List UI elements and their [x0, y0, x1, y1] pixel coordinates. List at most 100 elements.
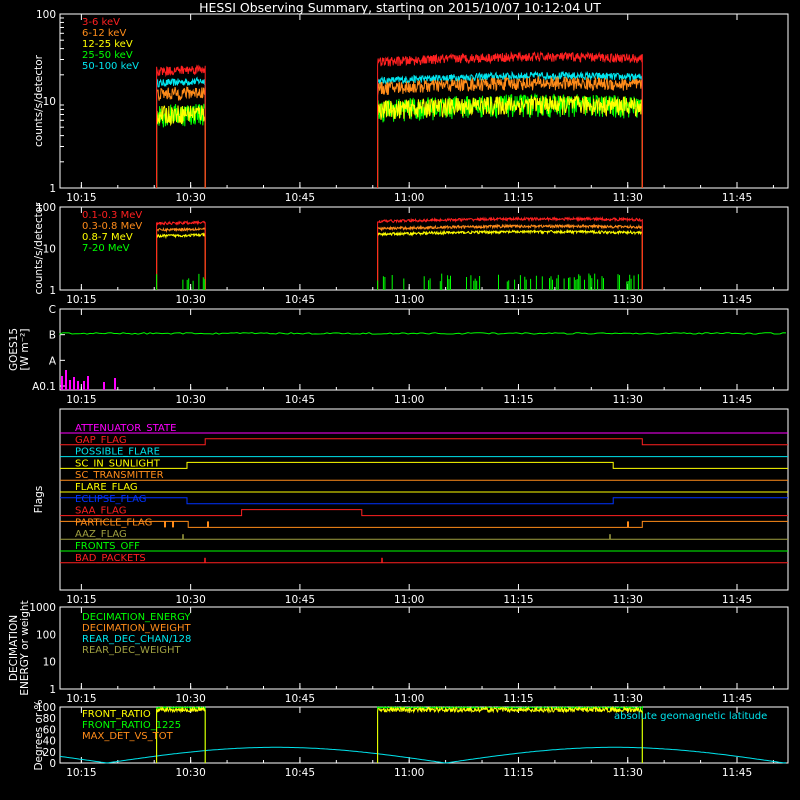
flag-label-8: PARTICLE_FLAG — [75, 517, 152, 528]
decim-legend-3: REAR_DEC_WEIGHT — [82, 645, 181, 656]
flag-label-2: POSSIBLE_FLARE — [75, 447, 160, 458]
flag-label-7: SAA_FLAG — [75, 506, 126, 517]
ratio-ylabel: Degrees or % — [33, 699, 45, 770]
flag-trace-7 — [60, 509, 788, 517]
lowE-xtick-label: 10:15 — [66, 192, 96, 204]
goes-frame — [59, 308, 789, 391]
lowE-legend-1: 6-12 keV — [82, 28, 126, 39]
flags-xtick-label: 11:45 — [722, 594, 752, 606]
goes-ytick-label: A — [49, 355, 57, 367]
flag-label-1: GAP_FLAG — [75, 435, 127, 446]
decim-xtick-label: 11:15 — [503, 693, 533, 705]
lowE-series-1 — [156, 75, 643, 188]
decim-ytick-label: 100 — [36, 629, 56, 641]
flag-label-5: FLARE_FLAG — [75, 482, 138, 493]
ratio-series-0 — [156, 705, 643, 763]
lowE-xtick-label: 10:30 — [176, 192, 206, 204]
flags-xtick-label: 10:15 — [66, 594, 96, 606]
flag-label-3: SC_IN_SUNLIGHT — [75, 458, 161, 469]
decim-xtick-label: 11:45 — [722, 693, 752, 705]
lowE-xtick-label: 11:30 — [613, 192, 643, 204]
flag-label-10: FRONTS_OFF — [75, 541, 140, 552]
lowE-legend-3: 25-50 keV — [82, 50, 133, 61]
ratio-xtick-label: 11:30 — [613, 767, 643, 779]
decim-xtick-label: 10:30 — [176, 693, 206, 705]
highE-legend-2: 0.8-7 MeV — [82, 232, 133, 243]
ratio-xtick-label: 11:45 — [722, 767, 752, 779]
decim-ytick-label: 1000 — [29, 602, 56, 614]
chart-title: HESSI Observing Summary, starting on 201… — [199, 0, 601, 15]
decim-xtick-label: 10:15 — [66, 693, 96, 705]
decim-xtick-label: 10:45 — [285, 693, 315, 705]
lowE-ytick-label: 1 — [49, 183, 56, 195]
ratio-legend-2: MAX_DET_VS_TOT — [82, 731, 174, 742]
highE-ylabel: counts/s/detector — [33, 202, 45, 295]
lowE-legend-4: 50-100 keV — [82, 61, 139, 72]
highE-xtick-label: 11:45 — [722, 294, 752, 306]
flags-ylabel: Flags — [33, 486, 45, 514]
flags-xtick-label: 11:00 — [394, 594, 424, 606]
flag-label-9: AAZ_FLAG — [75, 529, 127, 540]
flag-label-0: ATTENUATOR_STATE — [75, 423, 176, 434]
goes-xtick-label: 11:45 — [722, 394, 752, 406]
highE-series-3 — [156, 273, 639, 290]
highE-xtick-label: 10:15 — [66, 294, 96, 306]
decim-xtick-label: 11:30 — [613, 693, 643, 705]
flags-xtick-label: 11:15 — [503, 594, 533, 606]
highE-legend-1: 0.3-0.8 MeV — [82, 221, 142, 232]
lowE-xtick-label: 11:00 — [394, 192, 424, 204]
ratio-xtick-label: 10:30 — [176, 767, 206, 779]
highE-xtick-label: 11:30 — [613, 294, 643, 306]
ratio-ytick-label: 0 — [49, 758, 56, 770]
goes-ytick-label: C — [49, 304, 56, 316]
goes-xtick-label: 11:30 — [613, 394, 643, 406]
ratio-xtick-label: 11:15 — [503, 767, 533, 779]
highE-legend-0: 0.1-0.3 MeV — [82, 210, 142, 221]
ratio-xtick-label: 10:45 — [285, 767, 315, 779]
highE-xtick-label: 10:30 — [176, 294, 206, 306]
flags-xtick-label: 10:45 — [285, 594, 315, 606]
goes-ylabel2: [W m⁻²] — [19, 329, 31, 371]
goes-flux-line — [59, 332, 787, 335]
decim-legend-0: DECIMATION_ENERGY — [82, 612, 191, 623]
goes-xtick-label: 10:45 — [285, 394, 315, 406]
ratio-annotation: absolute geomagnetic latitude — [614, 711, 767, 722]
highE-ytick-label: 1 — [49, 285, 56, 297]
lowE-ylabel: counts/s/detector — [33, 54, 45, 147]
flag-trace-1 — [60, 438, 788, 446]
goes-xtick-label: 11:00 — [394, 394, 424, 406]
highE-legend-3: 7-20 MeV — [82, 243, 130, 254]
flags-xtick-label: 11:30 — [613, 594, 643, 606]
decim-ytick-label: 1 — [49, 684, 56, 696]
flags-xtick-label: 10:30 — [176, 594, 206, 606]
flag-trace-6 — [60, 497, 788, 505]
decim-legend-2: REAR_DEC_CHAN/128 — [82, 634, 191, 645]
goes-xtick-label: 10:15 — [66, 394, 96, 406]
flag-trace-3 — [60, 461, 788, 469]
lowE-ytick-label: 100 — [36, 9, 56, 21]
highE-xtick-label: 10:45 — [285, 294, 315, 306]
hessi-summary-chart: HESSI Observing Summary, starting on 201… — [8, 0, 789, 779]
decim-legend-1: DECIMATION_WEIGHT — [82, 623, 191, 634]
flag-label-6: ECLIPSE_FLAG — [75, 494, 146, 505]
ratio-xtick-label: 10:15 — [66, 767, 96, 779]
decim-ylabel2: ENERGY or weight — [19, 600, 31, 695]
flag-trace-8 — [60, 520, 788, 528]
highE-xtick-label: 11:15 — [503, 294, 533, 306]
ratio-latitude-curve — [59, 746, 787, 764]
flag-label-11: BAD_PACKETS — [75, 553, 146, 564]
goes-xtick-label: 11:15 — [503, 394, 533, 406]
lowE-xtick-label: 11:15 — [503, 192, 533, 204]
decim-xtick-label: 11:00 — [394, 693, 424, 705]
ratio-legend-1: FRONT_RATIO_1225 — [82, 720, 181, 731]
ratio-legend-0: FRONT_RATIO — [82, 709, 151, 720]
lowE-legend-0: 3-6 keV — [82, 17, 120, 28]
hessi-summary-page: HESSI Observing Summary, starting on 201… — [0, 0, 800, 800]
goes-ytick-label: B — [49, 330, 56, 342]
ratio-series-1 — [156, 705, 643, 763]
ratio-xtick-label: 11:00 — [394, 767, 424, 779]
lowE-xtick-label: 10:45 — [285, 192, 315, 204]
lowE-legend-2: 12-25 keV — [82, 39, 133, 50]
lowE-xtick-label: 11:45 — [722, 192, 752, 204]
goes-ytick-label: A0.1 — [32, 381, 56, 393]
